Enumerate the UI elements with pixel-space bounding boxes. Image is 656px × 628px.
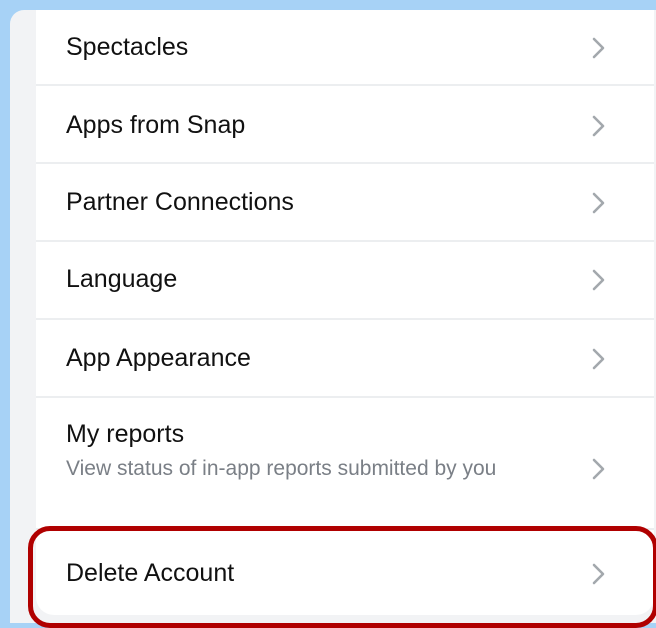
settings-item-my-reports[interactable]: My reports View status of in-app reports…: [36, 398, 654, 528]
settings-item-delete-account[interactable]: Delete Account: [36, 530, 654, 615]
chevron-right-icon: [592, 115, 605, 137]
settings-item-label: My reports: [66, 420, 185, 448]
settings-item-label: Delete Account: [66, 559, 235, 587]
settings-item-app-appearance[interactable]: App Appearance: [36, 320, 654, 396]
settings-item-apps-from-snap[interactable]: Apps from Snap: [36, 86, 654, 162]
chevron-right-icon: [592, 563, 605, 585]
chevron-right-icon: [592, 348, 605, 370]
chevron-right-icon: [592, 192, 605, 214]
settings-item-label: Apps from Snap: [66, 111, 246, 139]
chevron-right-icon: [592, 269, 605, 291]
settings-item-label: Spectacles: [66, 33, 189, 61]
chevron-right-icon: [592, 458, 605, 480]
settings-item-language[interactable]: Language: [36, 242, 654, 318]
settings-item-label: Partner Connections: [66, 188, 294, 216]
settings-list: Spectacles Apps from Snap Partner Connec…: [36, 10, 654, 615]
settings-item-label: Language: [66, 265, 178, 293]
settings-item-sublabel: View status of in-app reports submitted …: [66, 457, 497, 480]
settings-screen: Spectacles Apps from Snap Partner Connec…: [10, 10, 656, 623]
settings-item-spectacles[interactable]: Spectacles: [36, 10, 654, 85]
settings-item-partner-connections[interactable]: Partner Connections: [36, 164, 654, 240]
settings-item-label: App Appearance: [66, 344, 251, 372]
chevron-right-icon: [592, 37, 605, 59]
